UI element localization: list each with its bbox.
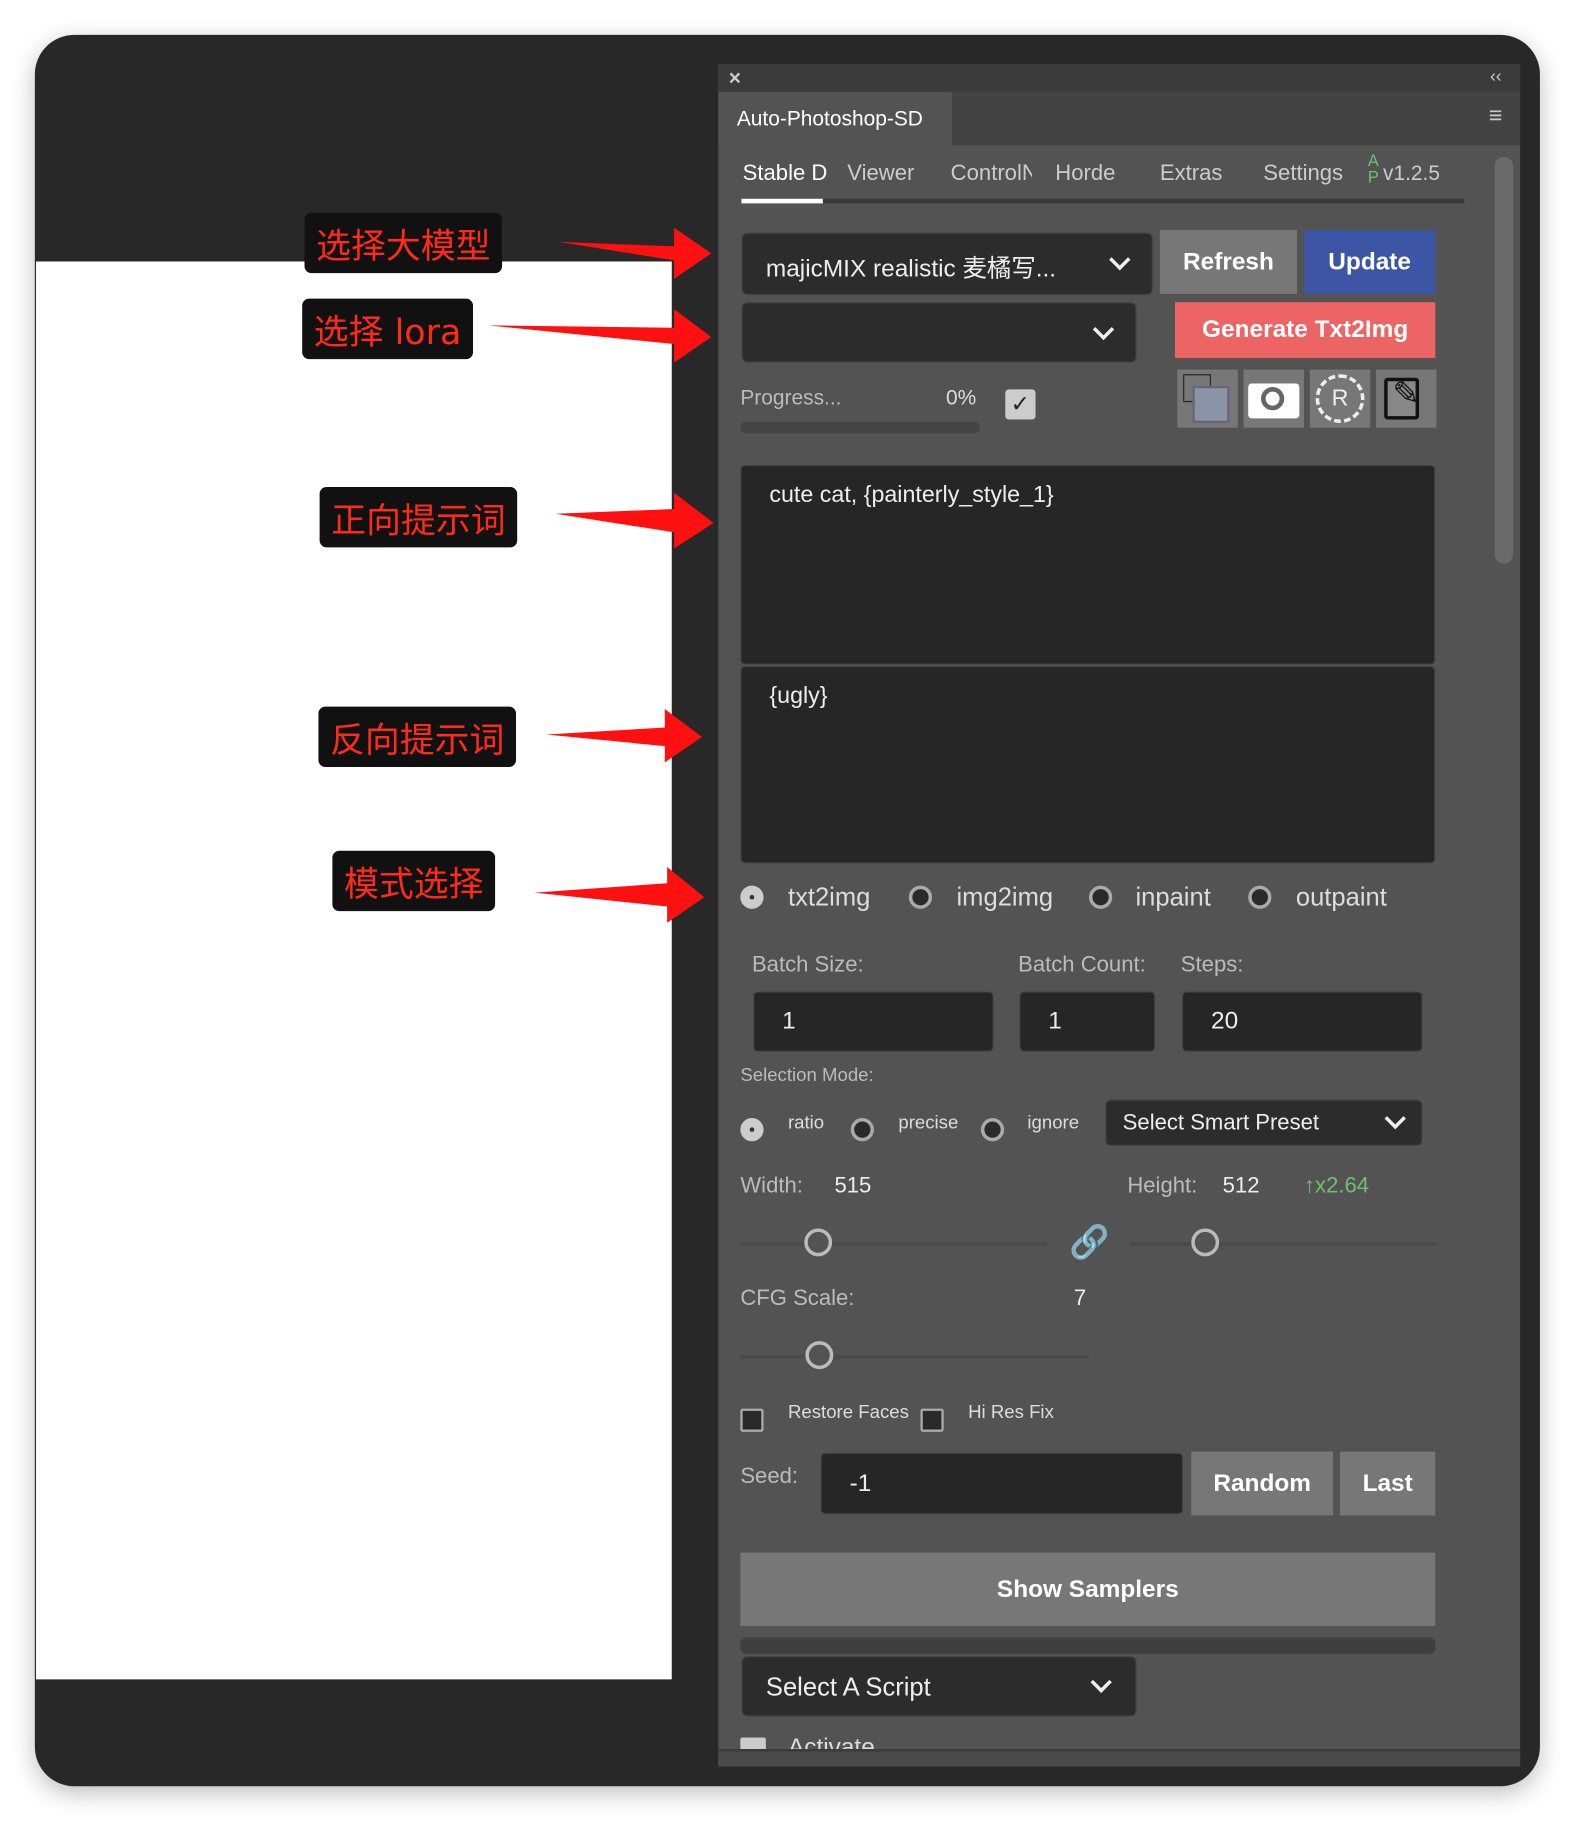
width-label: Width: (740, 1173, 803, 1199)
mode-label: inpaint (1135, 882, 1211, 912)
mode-radio-txt2img[interactable] (740, 885, 764, 909)
width-slider-handle[interactable] (804, 1228, 833, 1257)
version-label: v1.2.5 (1383, 161, 1441, 185)
lora-select[interactable] (741, 302, 1137, 363)
chevron-down-icon (1090, 1671, 1112, 1693)
mode-label: outpaint (1295, 882, 1387, 912)
steps-label: Steps: (1180, 953, 1244, 978)
batch-count-label: Batch Count: (1018, 953, 1146, 978)
tab-horde[interactable]: Horde (1055, 162, 1115, 188)
panel-resize-handle[interactable] (718, 1749, 1521, 1767)
arrow-icon (488, 309, 712, 363)
cfg-scale-label: CFG Scale: (740, 1286, 855, 1311)
batch-size-input[interactable]: 1 (753, 991, 994, 1052)
width-slider-track[interactable] (740, 1242, 1048, 1246)
tab-underline-active (741, 198, 823, 204)
last-seed-button[interactable]: Last (1340, 1451, 1436, 1516)
selection-label: ratio (787, 1113, 825, 1134)
refresh-button[interactable]: Refresh (1159, 230, 1298, 295)
selection-label: precise (898, 1113, 959, 1134)
script-select[interactable]: Select A Script (741, 1656, 1137, 1717)
height-slider-track[interactable] (1129, 1242, 1437, 1246)
arrow-icon (546, 708, 702, 763)
cfg-slider-handle[interactable] (805, 1341, 834, 1370)
batch-size-label: Batch Size: (751, 953, 864, 978)
update-button[interactable]: Update (1303, 230, 1436, 295)
batch-count-input[interactable]: 1 (1019, 991, 1156, 1052)
tab-settings[interactable]: Settings (1263, 162, 1343, 188)
tab-stable-diffusion[interactable]: Stable D (743, 162, 828, 188)
height-label: Height: (1127, 1173, 1198, 1199)
auto-photoshop-sd-panel: × ‹‹ Auto-Photoshop-SD ≡ Stable D Viewer… (718, 63, 1521, 1767)
chevron-down-icon (1384, 1107, 1406, 1130)
arrow-icon (557, 227, 712, 279)
model-select-value: majicMIX realistic 麦橘写... (765, 255, 1057, 283)
tab-viewer[interactable]: Viewer (847, 162, 914, 188)
progress-bar (740, 421, 980, 434)
reset-r-icon[interactable]: R (1309, 369, 1371, 428)
hi-res-fix-checkbox[interactable] (920, 1408, 944, 1432)
smart-preset-select[interactable]: Select Smart Preset (1105, 1099, 1423, 1146)
progress-checkbox[interactable]: ✓ (1005, 389, 1036, 420)
restore-faces-label: Restore Faces (787, 1402, 909, 1423)
random-seed-button[interactable]: Random (1191, 1451, 1334, 1516)
mode-radio-outpaint[interactable] (1248, 885, 1272, 909)
height-value: 512 (1222, 1173, 1260, 1199)
progress-label: Progress... (740, 385, 842, 410)
mode-label: txt2img (787, 882, 871, 912)
arrow-icon (555, 492, 714, 549)
height-slider-handle[interactable] (1191, 1228, 1220, 1257)
negative-prompt-textarea[interactable]: {ugly} (740, 665, 1436, 864)
panel-title: Auto-Photoshop-SD (736, 106, 923, 131)
seed-input[interactable]: -1 (820, 1452, 1184, 1515)
hamburger-menu-icon[interactable]: ≡ (1489, 103, 1503, 130)
selection-radio-precise[interactable] (850, 1118, 874, 1142)
chevron-down-icon (1109, 249, 1131, 271)
selection-radio-ignore[interactable] (980, 1118, 1005, 1142)
progress-value: 0% (946, 385, 977, 410)
cfg-slider-track[interactable] (740, 1355, 1089, 1359)
model-select[interactable]: majicMIX realistic 麦橘写... (741, 232, 1153, 296)
script-select-value: Select A Script (765, 1672, 931, 1702)
arrow-icon (534, 867, 705, 923)
restore-faces-checkbox[interactable] (740, 1408, 764, 1432)
cfg-scale-value: 7 (1073, 1286, 1087, 1311)
tab-underline-track (741, 198, 1465, 204)
hi-res-fix-label: Hi Res Fix (968, 1402, 1054, 1423)
link-icon[interactable]: 🔗 (1069, 1223, 1110, 1261)
prompt-textarea[interactable]: cute cat, {painterly_style_1} (740, 464, 1436, 665)
seed-label: Seed: (740, 1464, 799, 1489)
tab-controlnet[interactable]: ControlN (951, 162, 1032, 188)
panel-titlebar (718, 63, 1521, 92)
camera-icon[interactable] (1243, 369, 1304, 428)
notes-edit-icon[interactable]: ✎ (1376, 369, 1437, 428)
selection-mode-label: Selection Mode: (740, 1065, 874, 1086)
generate-txt2img-button[interactable]: Generate Txt2Img (1174, 302, 1436, 358)
smart-preset-value: Select Smart Preset (1122, 1111, 1320, 1136)
separator (740, 1637, 1436, 1654)
mode-radio-inpaint[interactable] (1088, 885, 1113, 909)
ap-logo: AP (1367, 151, 1379, 186)
scrollbar[interactable] (1494, 156, 1514, 564)
tab-extras[interactable]: Extras (1160, 162, 1223, 188)
steps-input[interactable]: 20 (1181, 991, 1423, 1052)
show-samplers-button[interactable]: Show Samplers (740, 1552, 1436, 1626)
selection-radio-ratio[interactable] (740, 1118, 764, 1142)
scale-factor: ↑x2.64 (1303, 1173, 1370, 1199)
image-layer-icon[interactable] (1177, 369, 1238, 428)
selection-label: ignore (1027, 1113, 1080, 1134)
double-chevron-left-icon[interactable]: ‹‹ (1490, 66, 1502, 86)
width-value: 515 (834, 1173, 872, 1199)
panel-tab-active[interactable]: Auto-Photoshop-SD (718, 91, 952, 146)
chevron-down-icon (1092, 318, 1115, 341)
mode-radio-img2img[interactable] (908, 885, 933, 909)
mode-label: img2img (956, 882, 1054, 912)
close-icon[interactable]: × (729, 66, 741, 90)
